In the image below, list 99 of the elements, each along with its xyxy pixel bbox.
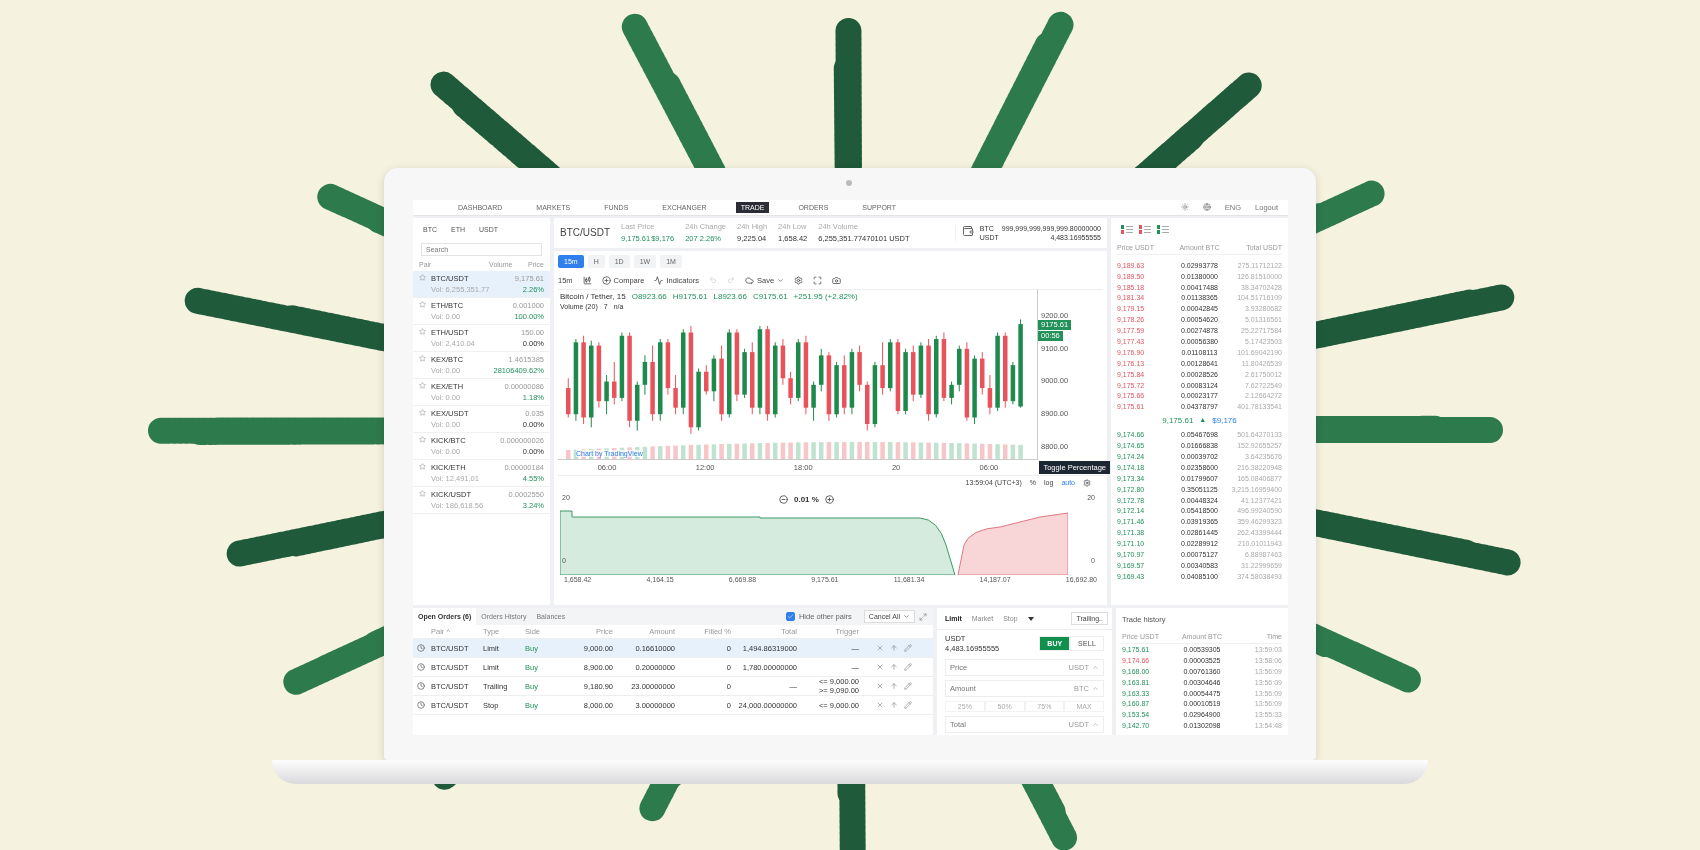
candle <box>619 331 625 402</box>
close-icon[interactable] <box>876 682 884 690</box>
candle <box>849 348 855 415</box>
pencil-icon[interactable] <box>904 682 912 690</box>
spread-value: 0.01 % <box>794 495 819 504</box>
candle <box>826 351 832 422</box>
order-book-layout-icon[interactable] <box>1157 224 1169 234</box>
fullscreen-icon[interactable] <box>813 275 823 285</box>
clock-icon <box>417 663 425 671</box>
ohlc-value: H9175.61 <box>672 291 708 301</box>
last-price: 9,175.61 <box>1162 416 1194 426</box>
arrow-up-icon[interactable] <box>890 644 898 652</box>
star-icon[interactable] <box>419 381 426 389</box>
pencil-icon[interactable] <box>904 644 912 652</box>
order-book-layout-icon[interactable] <box>1139 224 1151 234</box>
caret-icon[interactable] <box>1027 616 1034 621</box>
globe-icon[interactable] <box>1202 203 1211 212</box>
star-icon[interactable] <box>419 489 426 497</box>
star-icon[interactable] <box>419 462 426 470</box>
star-icon[interactable] <box>419 354 426 362</box>
add-circle-icon <box>601 275 611 285</box>
price-change: +251.95 (+2.82%) <box>793 291 858 301</box>
star-icon[interactable] <box>419 273 426 281</box>
candle <box>957 344 962 392</box>
star-icon[interactable] <box>419 435 426 443</box>
candle <box>742 348 747 399</box>
arrow-up-icon[interactable] <box>890 682 898 690</box>
candle <box>949 380 954 405</box>
candle <box>788 371 793 405</box>
candle <box>857 344 862 392</box>
star-icon[interactable] <box>419 408 426 416</box>
star-icon[interactable] <box>419 300 426 308</box>
candle <box>888 338 893 392</box>
candle <box>642 354 648 395</box>
candle <box>604 374 609 415</box>
settings-icon[interactable] <box>794 275 804 285</box>
candle <box>865 380 870 431</box>
camera-icon[interactable] <box>832 275 842 285</box>
clock-icon <box>417 682 425 690</box>
wallet-icon <box>961 224 974 237</box>
stepper-icon[interactable] <box>1092 664 1099 671</box>
candle <box>880 341 885 395</box>
stepper-icon[interactable] <box>1092 685 1099 692</box>
candle <box>911 344 916 402</box>
candle <box>987 374 993 415</box>
close-icon[interactable] <box>876 644 884 652</box>
candle <box>596 341 602 408</box>
settings-icon[interactable] <box>1083 478 1091 487</box>
caret-icon <box>903 613 910 620</box>
candle <box>711 354 717 402</box>
order-book-layout-icon[interactable] <box>1121 224 1133 234</box>
candle <box>696 367 701 431</box>
candle <box>842 354 847 415</box>
zoom-out-icon[interactable] <box>779 495 788 504</box>
candles-icon[interactable] <box>582 275 592 285</box>
checkbox[interactable] <box>785 612 795 621</box>
clock-icon <box>417 701 425 709</box>
redo-icon[interactable] <box>727 276 735 285</box>
ohlc-value: C9175.61 <box>752 291 788 301</box>
candle <box>903 348 908 415</box>
arrow-up-icon[interactable] <box>890 663 898 671</box>
line-chart-icon <box>654 275 664 285</box>
candle <box>635 380 640 431</box>
candle <box>834 361 839 418</box>
last-price-usd: $9,176 <box>1212 416 1237 426</box>
candle <box>918 341 924 399</box>
candle <box>612 361 617 405</box>
pair-title: BTC/USDT <box>560 227 610 239</box>
candle <box>980 351 985 395</box>
arrow-up-icon[interactable] <box>890 701 898 709</box>
sun-icon[interactable] <box>1180 203 1189 212</box>
ohlc-value: L8923.66 <box>713 291 747 301</box>
star-icon[interactable] <box>419 327 426 335</box>
pencil-icon[interactable] <box>904 701 912 709</box>
candle <box>704 364 709 395</box>
cloud-icon <box>745 275 754 285</box>
candle <box>673 374 678 415</box>
undo-icon[interactable] <box>709 276 717 285</box>
camera-dot <box>846 180 852 186</box>
close-icon[interactable] <box>876 663 884 671</box>
candle <box>819 348 824 392</box>
candle <box>972 354 977 425</box>
candle <box>796 338 801 402</box>
candle <box>811 380 816 422</box>
expand-icon[interactable] <box>919 612 927 621</box>
pencil-icon[interactable] <box>904 663 912 671</box>
candle <box>566 377 571 418</box>
chart-title: Bitcoin / Tether, 15 <box>560 291 626 301</box>
stepper-icon[interactable] <box>1092 721 1099 728</box>
zoom-in-icon[interactable] <box>824 495 834 504</box>
candle <box>780 338 786 386</box>
ohlc-value: O8923.66 <box>631 291 667 301</box>
candle <box>1010 361 1016 405</box>
candle <box>872 361 878 428</box>
candle <box>941 331 947 402</box>
candle <box>665 338 671 395</box>
caret-icon <box>777 276 785 284</box>
clock-icon <box>417 644 425 652</box>
close-icon[interactable] <box>876 701 884 709</box>
